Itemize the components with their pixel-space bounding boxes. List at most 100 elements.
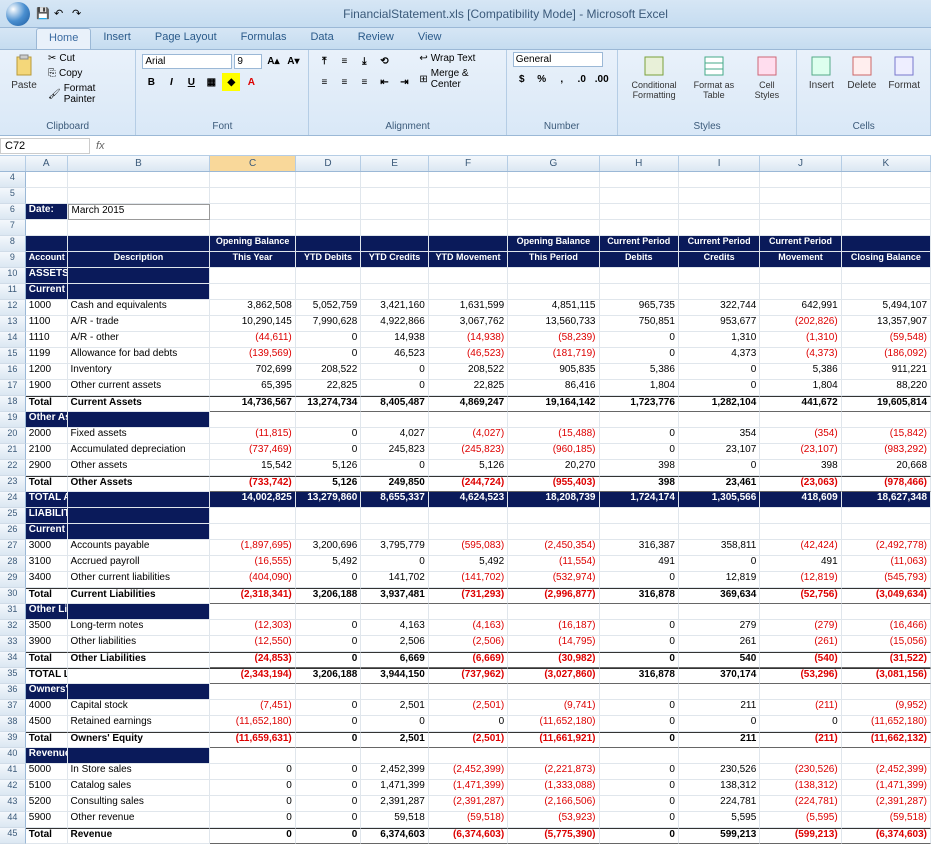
cell[interactable]: (16,555)	[210, 556, 295, 572]
cell[interactable]: Other Liabilities	[68, 652, 211, 668]
office-orb[interactable]	[6, 2, 30, 26]
cell[interactable]: 12,819	[679, 572, 760, 588]
cell[interactable]: (2,343,194)	[210, 668, 295, 684]
cell[interactable]: Other Assets	[68, 476, 211, 492]
cell[interactable]	[508, 524, 599, 540]
cell[interactable]	[68, 668, 211, 684]
cell[interactable]: (16,466)	[842, 620, 931, 636]
cell[interactable]: 0	[600, 348, 679, 364]
cell[interactable]: 13,279,860	[296, 492, 362, 508]
cell[interactable]: 3,795,779	[361, 540, 429, 556]
cell[interactable]	[68, 188, 211, 204]
merge-center-button[interactable]: ⊞Merge & Center	[417, 67, 499, 91]
cell[interactable]	[68, 508, 211, 524]
cell[interactable]: (354)	[760, 428, 841, 444]
cell[interactable]: 702,699	[210, 364, 295, 380]
cell[interactable]: 0	[210, 764, 295, 780]
cell[interactable]: (15,488)	[508, 428, 599, 444]
cell[interactable]	[210, 748, 295, 764]
cell[interactable]: (12,550)	[210, 636, 295, 652]
cell[interactable]	[68, 604, 211, 620]
italic-button[interactable]: I	[162, 73, 180, 91]
cell[interactable]: Fixed assets	[68, 428, 211, 444]
font-name-select[interactable]	[142, 54, 232, 69]
cell[interactable]	[760, 172, 841, 188]
format-as-table-button[interactable]: Format as Table	[688, 52, 739, 102]
cell[interactable]: (960,185)	[508, 444, 599, 460]
row-36[interactable]: 36Owners' Equity	[0, 684, 931, 700]
cell[interactable]: 750,851	[600, 316, 679, 332]
cell[interactable]: 0	[760, 716, 841, 732]
cell[interactable]: 3900	[26, 636, 68, 652]
cell[interactable]: 13,274,734	[296, 396, 362, 412]
cell[interactable]	[508, 220, 599, 236]
number-format-select[interactable]	[513, 52, 603, 67]
bold-button[interactable]: B	[142, 73, 160, 91]
cell[interactable]: 599,213	[679, 828, 760, 844]
cell[interactable]: 369,634	[679, 588, 760, 604]
cell[interactable]: 0	[296, 348, 362, 364]
cell[interactable]: 14,002,825	[210, 492, 295, 508]
cell[interactable]	[679, 412, 760, 428]
cell[interactable]	[679, 684, 760, 700]
cell[interactable]: 14,736,567	[210, 396, 295, 412]
row-7[interactable]: 7	[0, 220, 931, 236]
cell[interactable]	[842, 236, 931, 252]
row-41[interactable]: 415000In Store sales002,452,399(2,452,39…	[0, 764, 931, 780]
cell[interactable]: 0	[296, 444, 362, 460]
cell[interactable]: 5900	[26, 812, 68, 828]
cell[interactable]: 0	[296, 716, 362, 732]
cell[interactable]: (1,471,399)	[429, 780, 508, 796]
cell[interactable]: 491	[600, 556, 679, 572]
cell[interactable]: 4,851,115	[508, 300, 599, 316]
cell[interactable]	[508, 172, 599, 188]
cell[interactable]: (23,107)	[760, 444, 841, 460]
cell[interactable]: 4,373	[679, 348, 760, 364]
col-E[interactable]: E	[361, 156, 429, 171]
cell[interactable]: 4,163	[361, 620, 429, 636]
cell[interactable]	[600, 604, 679, 620]
cell[interactable]	[600, 204, 679, 220]
cell[interactable]	[361, 412, 429, 428]
cell[interactable]	[296, 524, 362, 540]
cell[interactable]: 7,990,628	[296, 316, 362, 332]
row-45[interactable]: 45TotalRevenue006,374,603(6,374,603)(5,7…	[0, 828, 931, 844]
cell[interactable]: 0	[679, 716, 760, 732]
row-header[interactable]: 44	[0, 812, 26, 828]
row-8[interactable]: 8Opening BalanceOpening BalanceCurrent P…	[0, 236, 931, 252]
cell[interactable]	[842, 748, 931, 764]
cell[interactable]: 0	[296, 652, 362, 668]
cell[interactable]: (978,466)	[842, 476, 931, 492]
cell[interactable]	[68, 412, 211, 428]
cell[interactable]	[296, 188, 362, 204]
cell[interactable]: Cash and equivalents	[68, 300, 211, 316]
cell[interactable]	[760, 220, 841, 236]
cell[interactable]: 0	[296, 812, 362, 828]
cell[interactable]: (211)	[760, 732, 841, 748]
cell[interactable]	[361, 604, 429, 620]
cell[interactable]	[429, 684, 508, 700]
worksheet[interactable]: A B C D E F G H I J K 456Date:March 2015…	[0, 156, 931, 844]
cell[interactable]: (9,952)	[842, 700, 931, 716]
cell[interactable]: Current Liabilities	[26, 524, 68, 540]
align-bottom-icon[interactable]: ⤓	[355, 52, 373, 70]
align-top-icon[interactable]: ⤒	[315, 52, 333, 70]
cell[interactable]	[361, 284, 429, 300]
cell[interactable]: 398	[600, 476, 679, 492]
cell[interactable]	[429, 284, 508, 300]
row-header[interactable]: 39	[0, 732, 26, 748]
cell[interactable]: 0	[679, 380, 760, 396]
row-header[interactable]: 24	[0, 492, 26, 508]
cell[interactable]	[68, 524, 211, 540]
cell[interactable]: (532,974)	[508, 572, 599, 588]
cell[interactable]: 18,627,348	[842, 492, 931, 508]
cell[interactable]: ASSETS	[26, 268, 68, 284]
cell[interactable]	[679, 524, 760, 540]
cell[interactable]: Accounts payable	[68, 540, 211, 556]
cell[interactable]	[508, 204, 599, 220]
cell[interactable]: 20,270	[508, 460, 599, 476]
cell[interactable]: 208,522	[429, 364, 508, 380]
cell[interactable]: (2,452,399)	[842, 764, 931, 780]
cell[interactable]	[210, 172, 295, 188]
row-header[interactable]: 12	[0, 300, 26, 316]
